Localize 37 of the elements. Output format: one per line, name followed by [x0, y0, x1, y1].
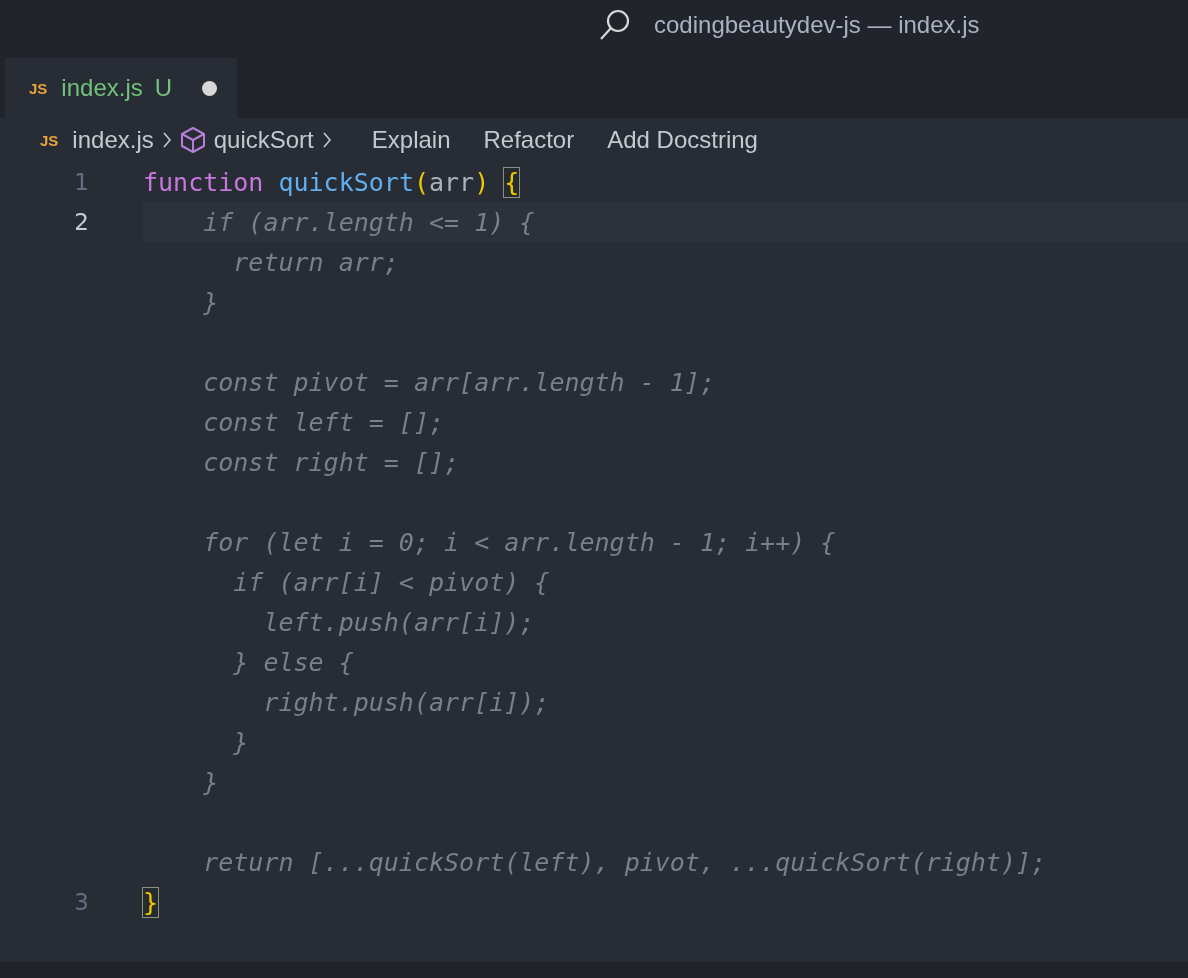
ghost-suggestion: } else { — [232, 647, 354, 677]
code-token: ( — [413, 167, 429, 197]
ghost-suggestion: const pivot = arr[arr.length - 1]; — [202, 367, 715, 397]
breadcrumb-item[interactable]: index.js — [72, 126, 154, 154]
code-lens-action[interactable]: Refactor — [483, 126, 575, 154]
line-number: 3 — [74, 889, 89, 915]
ghost-suggestion: right.push(arr[i]); — [262, 687, 550, 717]
ghost-suggestion: if (arr[i] < pivot) { — [232, 567, 550, 597]
ghost-suggestion: for (let i = 0; i < arr.length - 1; i++) { — [202, 527, 836, 557]
code-token: ) — [474, 167, 490, 197]
code-token: function — [143, 167, 264, 197]
code-lens-action[interactable]: Explain — [371, 126, 451, 154]
line-number: 1 — [74, 169, 89, 195]
chevron-right-icon — [161, 131, 172, 149]
code-lens-action[interactable]: Add Docstring — [607, 126, 758, 154]
line-number: 2 — [74, 209, 89, 235]
breadcrumb-item[interactable]: quickSort — [213, 126, 314, 154]
javascript-file-icon: JS — [40, 131, 59, 149]
ghost-suggestion: } — [202, 287, 219, 317]
code-token: arr — [429, 167, 475, 197]
search-icon[interactable] — [598, 8, 632, 42]
ghost-suggestion: } — [232, 727, 249, 757]
editor-tab[interactable]: JS index.js U — [5, 58, 238, 118]
ghost-suggestion: return [...quickSort(left), pivot, ...quickSort(right)]; — [202, 847, 1047, 877]
ghost-suggestion: const right = []; — [202, 447, 460, 477]
ghost-suggestion: if (arr.length <= 1) { — [202, 207, 535, 237]
javascript-file-icon: JS — [29, 79, 48, 97]
cube-icon — [179, 126, 206, 154]
ghost-suggestion: } — [202, 767, 219, 797]
matched-bracket: } — [143, 887, 159, 917]
ghost-suggestion: left.push(arr[i]); — [262, 607, 535, 637]
code-token: quickSort — [278, 167, 414, 197]
window-title: codingbeautydev-js — index.js — [654, 11, 980, 39]
ghost-suggestion: const left = []; — [202, 407, 445, 437]
ghost-suggestion: return arr; — [232, 247, 399, 277]
chevron-right-icon — [321, 131, 332, 149]
matched-bracket: { — [504, 167, 520, 197]
